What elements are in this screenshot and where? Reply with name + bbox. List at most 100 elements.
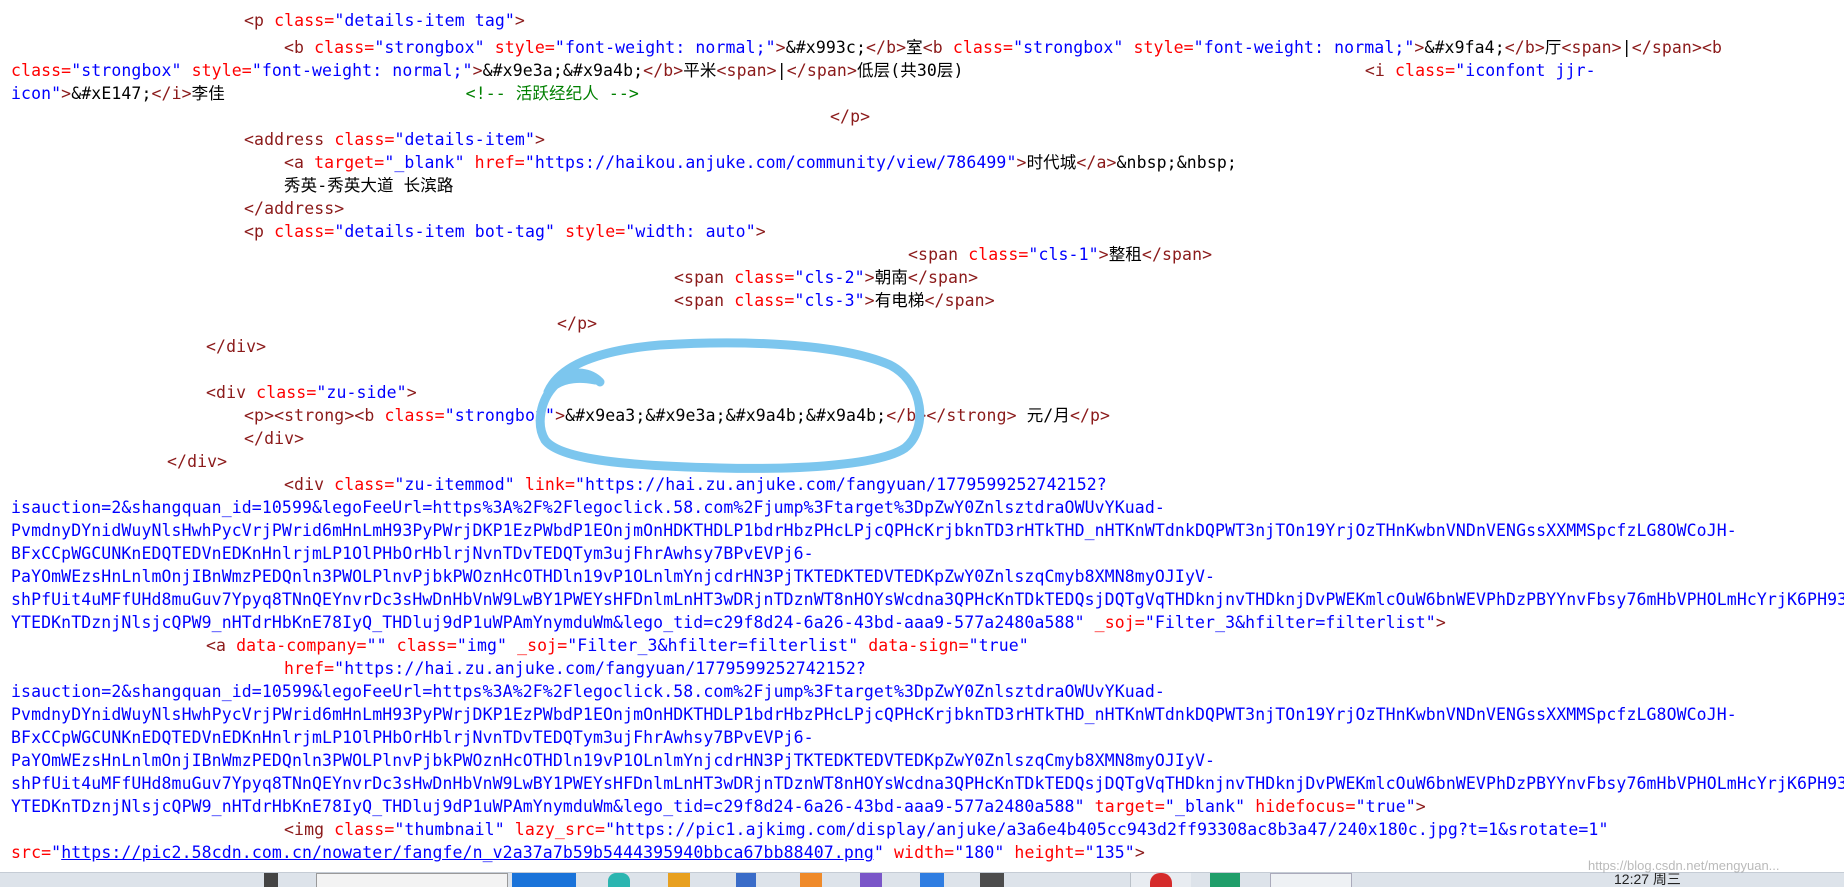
- code-token: "iconfont jjr-: [1455, 61, 1596, 80]
- code-token: <span>: [716, 61, 777, 80]
- code-token: data-sign=: [868, 636, 969, 655]
- code-token: </b></strong>: [886, 406, 1017, 425]
- taskbar-app-icon[interactable]: [920, 873, 944, 887]
- taskbar-app-slot[interactable]: [1270, 873, 1352, 887]
- code-line: </div>: [206, 335, 266, 358]
- code-token: <p: [244, 11, 275, 30]
- code-token: <p><strong><b: [244, 406, 385, 425]
- code-token: >: [1134, 843, 1145, 862]
- code-token: </a>: [1076, 153, 1117, 172]
- code-token: 时代城: [1026, 153, 1077, 172]
- code-line: <span class="cls-3">有电梯</span>: [674, 289, 995, 312]
- code-token: "details-item": [394, 130, 535, 149]
- taskbar-app-active[interactable]: [512, 873, 576, 887]
- code-line: <address class="details-item">: [244, 128, 545, 151]
- code-token: "cls-2": [794, 268, 865, 287]
- code-line: YTEDKnTDznjNlsjcQPW9_nHTdrHbKnE78IyQ_THD…: [11, 795, 1426, 818]
- code-token: >: [1415, 797, 1426, 816]
- code-token: YTEDKnTDznjNlsjcQPW9_nHTdrHbKnE78IyQ_THD…: [11, 797, 1095, 816]
- code-token: target=: [314, 153, 385, 172]
- taskbar-app-icon[interactable]: [668, 873, 690, 887]
- code-token: >: [755, 222, 766, 241]
- taskbar-icon[interactable]: [264, 873, 278, 887]
- code-token: width=: [894, 843, 955, 862]
- code-token: <p: [244, 222, 275, 241]
- code-token: |: [1621, 38, 1632, 57]
- code-token: 秀英-秀英大道 长滨路: [284, 176, 454, 195]
- source-code-view[interactable]: <p class="details-item tag"> <b class="s…: [0, 0, 1844, 872]
- code-token: "180": [954, 843, 1015, 862]
- code-token: ": [51, 843, 62, 862]
- code-token: href=: [284, 659, 335, 678]
- code-token: class=: [274, 11, 335, 30]
- code-line: <a target="_blank" href="https://haikou.…: [284, 151, 1237, 174]
- code-line: PaYOmWEzsHnLnlmOnjIBnWmzPEDQnln3PWOLPlnv…: [11, 749, 1215, 772]
- code-line: class="strongbox" style="font-weight: no…: [11, 59, 1596, 82]
- code-token: src=: [11, 843, 52, 862]
- code-token: </b>: [866, 38, 907, 57]
- code-line: PvmdnyDYnidWuyNlsHwhPycVrjPWrid6mHnLmH93…: [11, 519, 1737, 542]
- code-token: <b: [284, 38, 315, 57]
- code-token: </div>: [244, 429, 305, 448]
- code-token: >: [1414, 38, 1425, 57]
- taskbar-app-icon[interactable]: [1150, 873, 1172, 887]
- windows-taskbar[interactable]: 12:27 周三: [0, 872, 1844, 887]
- taskbar-app-icon[interactable]: [800, 873, 822, 887]
- code-token: class=: [334, 130, 395, 149]
- code-token: shPfUit4uMFfUHd8muGuv7Ypyq8TNnQEYnvrDc3s…: [11, 590, 1844, 609]
- taskbar-app-icon[interactable]: [980, 873, 1004, 887]
- code-token: style=: [191, 61, 252, 80]
- code-token: </span>: [907, 268, 979, 287]
- code-line: <img class="thumbnail" lazy_src="https:/…: [284, 818, 1608, 841]
- code-token: class=: [952, 38, 1014, 57]
- code-line: isauction=2&shangquan_id=10599&legoFeeUr…: [11, 496, 1165, 519]
- code-token: "img": [456, 636, 518, 655]
- code-token: _soj=: [1094, 613, 1145, 632]
- taskbar-app-icon[interactable]: [860, 873, 882, 887]
- code-token: <div: [284, 475, 335, 494]
- code-token: "true": [1355, 797, 1416, 816]
- code-line: href="https://hai.zu.anjuke.com/fangyuan…: [284, 657, 866, 680]
- code-token: "details-item bot-tag": [334, 222, 566, 241]
- code-token: </span><b: [1631, 38, 1723, 57]
- code-line: src="https://pic2.58cdn.com.cn/nowater/f…: [11, 841, 1145, 864]
- code-token: "true": [968, 636, 1029, 655]
- code-token: >: [775, 38, 786, 57]
- code-token: "_blank": [384, 153, 475, 172]
- code-token: shPfUit4uMFfUHd8muGuv7Ypyq8TNnQEYnvrDc3s…: [11, 774, 1844, 793]
- code-token: <span: [674, 291, 735, 310]
- code-token: "Filter_3&hfilter=filterlist": [1144, 613, 1436, 632]
- code-token: <a: [284, 153, 315, 172]
- code-token: "font-weight: normal;": [554, 38, 776, 57]
- code-token: >: [1098, 245, 1109, 264]
- code-token: PaYOmWEzsHnLnlmOnjIBnWmzPEDQnln3PWOLPlnv…: [11, 751, 1216, 770]
- code-line: 秀英-秀英大道 长滨路: [284, 174, 453, 197]
- code-token: 室: [906, 38, 923, 57]
- code-line: </div>: [244, 427, 304, 450]
- code-line: YTEDKnTDznjNlsjcQPW9_nHTdrHbKnE78IyQ_THD…: [11, 611, 1446, 634]
- code-line: </p>: [830, 105, 870, 128]
- code-token: </b>: [1504, 38, 1545, 57]
- code-token: class=: [11, 61, 72, 80]
- code-token: <address: [244, 130, 335, 149]
- code-token: class=: [734, 291, 795, 310]
- taskbar-app-icon[interactable]: [736, 873, 756, 887]
- code-line: <p><strong><b class="strongbox">&#x9ea3;…: [244, 404, 1110, 427]
- code-token: class=: [1395, 61, 1456, 80]
- taskbar-app-icon[interactable]: [1210, 873, 1240, 887]
- code-token: 厅: [1544, 38, 1562, 57]
- taskbar-clock[interactable]: 12:27 周三: [1614, 873, 1844, 887]
- code-token: height=: [1014, 843, 1085, 862]
- code-line: <a data-company="" class="img" _soj="Fil…: [206, 634, 1029, 657]
- taskbar-app-icon[interactable]: [608, 873, 630, 887]
- taskbar-search-box[interactable]: [316, 873, 508, 887]
- code-token: class=: [334, 475, 395, 494]
- code-token: BFxCCpWGCUNKnEDQTEDVnEDKnHnlrjmLP1OlPHbO…: [11, 728, 814, 747]
- code-token: target=: [1094, 797, 1165, 816]
- code-token: &#x993c;: [785, 38, 866, 57]
- code-token: >: [1016, 153, 1027, 172]
- code-token: 李佳: [191, 84, 466, 103]
- code-token: </span>: [786, 61, 857, 80]
- code-line: </p>: [557, 312, 597, 335]
- code-token: "https://haikou.anjuke.com/community/vie…: [524, 153, 1017, 172]
